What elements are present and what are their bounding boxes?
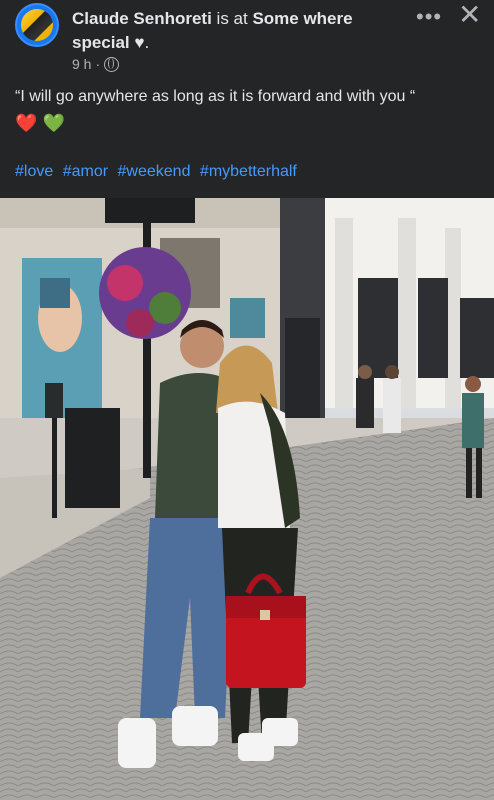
avatar-image bbox=[21, 9, 53, 41]
red-heart-icon: ❤️ bbox=[15, 113, 38, 133]
hashtag-list: #love #amor #weekend #mybetterhalf bbox=[15, 163, 302, 181]
hashtag-amor[interactable]: #amor bbox=[63, 163, 108, 180]
author-name[interactable]: Claude Senhoreti bbox=[72, 9, 212, 28]
caption-emojis: ❤️ 💚 bbox=[15, 113, 65, 134]
post-meta: 9 h · bbox=[72, 56, 120, 72]
meta-separator: · bbox=[95, 56, 101, 72]
author-connector: is at bbox=[211, 9, 253, 28]
post-time[interactable]: 9 h bbox=[72, 56, 91, 72]
photo-illustration bbox=[0, 198, 494, 800]
post-caption: “I will go anywhere as long as it is for… bbox=[15, 88, 416, 105]
avatar[interactable] bbox=[15, 3, 59, 47]
post-author-line: Claude Senhoreti is at Some where specia… bbox=[72, 7, 402, 55]
globe-icon[interactable] bbox=[104, 56, 120, 72]
post-photo[interactable] bbox=[0, 198, 494, 800]
hashtag-mybetterhalf[interactable]: #mybetterhalf bbox=[200, 163, 297, 180]
post-header: Claude Senhoreti is at Some where specia… bbox=[0, 0, 494, 78]
hashtag-love[interactable]: #love bbox=[15, 163, 53, 180]
period: . bbox=[144, 33, 150, 52]
more-options-button[interactable]: ••• bbox=[416, 4, 442, 30]
hashtag-weekend[interactable]: #weekend bbox=[118, 163, 191, 180]
heart-icon: ♥ bbox=[134, 33, 145, 52]
green-heart-icon: 💚 bbox=[42, 113, 65, 133]
close-button[interactable]: ✕ bbox=[458, 0, 481, 30]
